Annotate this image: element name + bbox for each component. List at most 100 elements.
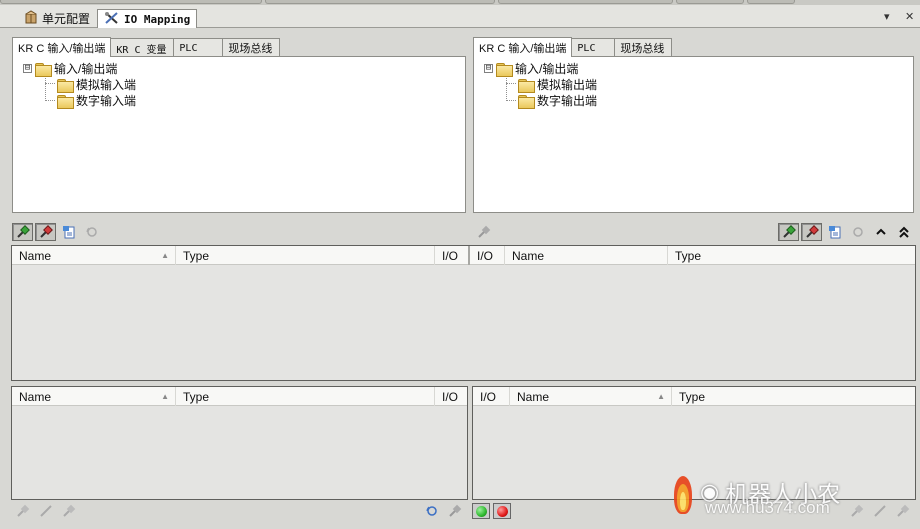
bottom-right-edit-toolbar: [846, 500, 913, 522]
filter-icon[interactable]: [58, 223, 79, 241]
tab-fieldbus-right[interactable]: 现场总线: [614, 38, 673, 57]
tab-cell-config-label: 单元配置: [42, 12, 91, 26]
tab-plc[interactable]: PLC: [173, 38, 224, 57]
top-strip-segment: [0, 0, 262, 4]
collapse-up-icon[interactable]: [870, 223, 891, 241]
right-panel-tabs: KR C 输入/输出端 PLC 现场总线: [473, 37, 673, 57]
close-icon[interactable]: ✕: [905, 10, 914, 23]
unlink-icon[interactable]: [58, 502, 79, 520]
unlink-icon[interactable]: [892, 502, 913, 520]
column-header-name[interactable]: Name ▲: [510, 387, 672, 406]
edit-icon[interactable]: [869, 502, 890, 520]
unlink-icon[interactable]: [473, 223, 494, 241]
status-led-red[interactable]: [493, 503, 511, 519]
disconnect-icon[interactable]: [801, 223, 822, 241]
tab-krc-variables[interactable]: KR C 变量: [110, 38, 175, 57]
search-icon[interactable]: [81, 223, 102, 241]
column-label: Name: [512, 248, 545, 263]
collapse-all-up-icon[interactable]: [893, 223, 914, 241]
sort-ascending-icon: ▲: [161, 251, 169, 260]
column-header-io[interactable]: I/O: [473, 387, 510, 406]
tree-node-analog-outputs[interactable]: 模拟输出端: [518, 76, 597, 93]
dropdown-icon[interactable]: ▾: [884, 10, 890, 23]
tree-node-analog-inputs[interactable]: 模拟输入端: [57, 76, 136, 93]
column-label: Type: [183, 389, 210, 404]
sort-ascending-icon: ▲: [657, 392, 665, 401]
sort-ascending-icon: ▲: [161, 392, 169, 401]
disconnect-icon[interactable]: [35, 223, 56, 241]
tree-node-label: 数字输入端: [76, 94, 137, 108]
mapping-grid[interactable]: Name ▲ Type I/O I/O Name Type: [11, 245, 916, 381]
tree-node-io-root-right[interactable]: ⊟ 输入/输出端: [484, 60, 578, 77]
tab-fieldbus[interactable]: 现场总线: [222, 38, 281, 57]
column-label: Type: [675, 248, 702, 263]
edit-icon[interactable]: [35, 502, 56, 520]
connect-icon[interactable]: [12, 223, 33, 241]
tree-node-io-root[interactable]: ⊟ 输入/输出端: [23, 60, 117, 77]
column-header-io[interactable]: I/O: [435, 387, 467, 406]
column-header-name[interactable]: Name ▲: [12, 387, 176, 406]
tab-plc-right[interactable]: PLC: [571, 38, 616, 57]
left-io-tree: ⊟ 输入/输出端 模拟输入端 数字输入端: [12, 56, 466, 213]
connect-icon[interactable]: [12, 502, 33, 520]
right-target-panel: KR C 输入/输出端 PLC 现场总线 ⊟ 输入/输出端 模拟输出端 数字输出…: [473, 37, 914, 215]
io-mapping-icon: [104, 11, 120, 28]
folder-icon: [518, 94, 535, 109]
top-strip-segment: [747, 0, 795, 4]
tab-krc-io-right[interactable]: KR C 输入/输出端: [473, 37, 573, 57]
tab-krc-io[interactable]: KR C 输入/输出端: [12, 37, 112, 57]
column-header-io-right[interactable]: I/O: [470, 246, 505, 265]
column-label: Name: [19, 389, 52, 404]
column-header-name-right[interactable]: Name: [505, 246, 668, 265]
column-label: I/O: [477, 248, 494, 263]
connect-icon[interactable]: [778, 223, 799, 241]
bottom-left-right-toolbar: [421, 500, 465, 522]
search-icon[interactable]: [847, 223, 868, 241]
tree-node-digital-outputs[interactable]: 数字输出端: [518, 92, 597, 109]
tree-node-label: 模拟输入端: [76, 78, 137, 92]
folder-icon: [518, 78, 535, 93]
right-aux-toolbar: [473, 221, 494, 243]
unlink-icon[interactable]: [444, 502, 465, 520]
column-label: Name: [19, 248, 52, 263]
column-label: I/O: [442, 389, 459, 404]
connect-icon[interactable]: [846, 502, 867, 520]
top-strip-segment: [498, 0, 673, 4]
top-strip-segment: [265, 0, 495, 4]
status-led-green[interactable]: [472, 503, 490, 519]
column-label: Name: [517, 389, 550, 404]
search-icon[interactable]: [421, 502, 442, 520]
cell-config-icon: [24, 10, 38, 27]
tree-node-label: 输入/输出端: [54, 62, 118, 76]
right-io-tree: ⊟ 输入/输出端 模拟输出端 数字输出端: [473, 56, 914, 213]
folder-icon: [57, 78, 74, 93]
filter-icon[interactable]: [824, 223, 845, 241]
tab-io-mapping[interactable]: IO Mapping: [97, 9, 198, 29]
tree-node-label: 输入/输出端: [515, 62, 579, 76]
column-header-type-right[interactable]: Type: [668, 246, 915, 265]
column-label: I/O: [480, 389, 497, 404]
column-label: Type: [679, 389, 706, 404]
bottom-left-toolbar: [12, 500, 79, 522]
source-signal-grid[interactable]: Name ▲ Type I/O: [11, 386, 468, 500]
column-header-io[interactable]: I/O: [435, 246, 470, 265]
mapping-grid-header: Name ▲ Type I/O I/O Name Type: [12, 246, 915, 265]
target-grid-header: I/O Name ▲ Type: [473, 387, 915, 406]
left-source-panel: KR C 输入/输出端 KR C 变量 PLC 现场总线 ⊟ 输入/输出端 模拟…: [12, 37, 466, 215]
tab-cell-config[interactable]: 单元配置: [18, 8, 96, 29]
source-grid-header: Name ▲ Type I/O: [12, 387, 467, 406]
column-header-type[interactable]: Type: [672, 387, 915, 406]
collapse-icon[interactable]: ⊟: [23, 64, 32, 73]
tree-node-digital-inputs[interactable]: 数字输入端: [57, 92, 136, 109]
folder-icon: [57, 94, 74, 109]
folder-icon: [496, 62, 513, 77]
tab-io-mapping-label: IO Mapping: [124, 12, 191, 26]
column-header-name[interactable]: Name ▲: [12, 246, 176, 265]
folder-icon: [35, 62, 52, 77]
collapse-icon[interactable]: ⊟: [484, 64, 493, 73]
bottom-right-toolbar: [472, 500, 511, 522]
column-header-type[interactable]: Type: [176, 387, 435, 406]
right-filter-toolbar: [778, 221, 914, 243]
column-header-type[interactable]: Type: [176, 246, 435, 265]
watermark-url: www.hu374.com: [705, 498, 830, 517]
